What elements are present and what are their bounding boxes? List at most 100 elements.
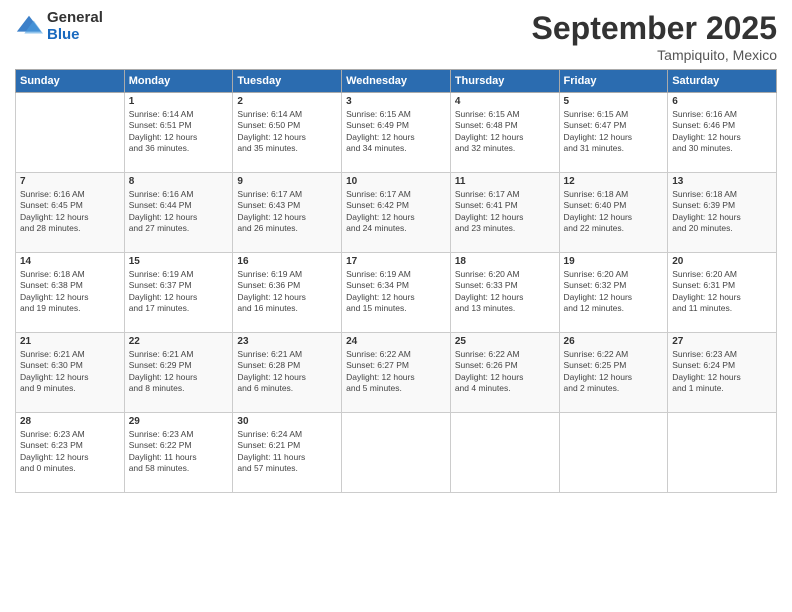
day-cell: 9 Sunrise: 6:17 AM Sunset: 6:43 PM Daylig… — [233, 173, 342, 253]
day-info: Sunrise: 6:22 AM Sunset: 6:25 PM Dayligh… — [564, 349, 664, 395]
day-number: 18 — [455, 256, 555, 267]
day-info: Sunrise: 6:21 AM Sunset: 6:28 PM Dayligh… — [237, 349, 337, 395]
day-number: 17 — [346, 256, 446, 267]
day-number: 4 — [455, 96, 555, 107]
day-info: Sunrise: 6:18 AM Sunset: 6:38 PM Dayligh… — [20, 269, 120, 315]
week-row-4: 28 Sunrise: 6:23 AM Sunset: 6:23 PM Dayli… — [16, 413, 777, 493]
day-cell: 4 Sunrise: 6:15 AM Sunset: 6:48 PM Daylig… — [450, 93, 559, 173]
day-info: Sunrise: 6:15 AM Sunset: 6:47 PM Dayligh… — [564, 109, 664, 155]
day-number: 19 — [564, 256, 664, 267]
header: General Blue September 2025 Tampiquito, … — [15, 10, 777, 63]
day-number: 15 — [129, 256, 229, 267]
header-row: SundayMondayTuesdayWednesdayThursdayFrid… — [16, 70, 777, 93]
week-row-2: 14 Sunrise: 6:18 AM Sunset: 6:38 PM Dayli… — [16, 253, 777, 333]
logo-icon — [15, 13, 43, 41]
day-number: 6 — [672, 96, 772, 107]
day-info: Sunrise: 6:21 AM Sunset: 6:29 PM Dayligh… — [129, 349, 229, 395]
day-cell: 7Sunrise: 6:16 AM Sunset: 6:45 PM Daylig… — [16, 173, 125, 253]
day-cell: 16Sunrise: 6:19 AM Sunset: 6:36 PM Dayli… — [233, 253, 342, 333]
day-info: Sunrise: 6:15 AM Sunset: 6:48 PM Dayligh… — [455, 109, 555, 155]
day-number: 14 — [20, 256, 120, 267]
day-cell: 5Sunrise: 6:15 AM Sunset: 6:47 PM Daylig… — [559, 93, 668, 173]
header-cell-monday: Monday — [124, 70, 233, 93]
day-info: Sunrise: 6:23 AM Sunset: 6:22 PM Dayligh… — [129, 429, 229, 475]
day-cell: 23Sunrise: 6:21 AM Sunset: 6:28 PM Dayli… — [233, 333, 342, 413]
day-cell: 17 Sunrise: 6:19 AM Sunset: 6:34 PM Dayli… — [342, 253, 451, 333]
day-cell: 27Sunrise: 6:23 AM Sunset: 6:24 PM Dayli… — [668, 333, 777, 413]
day-info: Sunrise: 6:14 AM Sunset: 6:51 PM Dayligh… — [129, 109, 229, 155]
day-cell: 15Sunrise: 6:19 AM Sunset: 6:37 PM Dayli… — [124, 253, 233, 333]
day-info: Sunrise: 6:18 AM Sunset: 6:39 PM Dayligh… — [672, 189, 772, 235]
day-number: 22 — [129, 336, 229, 347]
day-info: Sunrise: 6:19 AM Sunset: 6:36 PM Dayligh… — [237, 269, 337, 315]
calendar-table: SundayMondayTuesdayWednesdayThursdayFrid… — [15, 69, 777, 493]
day-cell — [668, 413, 777, 493]
day-cell: 10Sunrise: 6:17 AM Sunset: 6:42 PM Dayli… — [342, 173, 451, 253]
day-cell: 26 Sunrise: 6:22 AM Sunset: 6:25 PM Dayli… — [559, 333, 668, 413]
header-cell-sunday: Sunday — [16, 70, 125, 93]
day-number: 7 — [20, 176, 120, 187]
day-number: 11 — [455, 176, 555, 187]
day-number: 30 — [237, 416, 337, 427]
day-number: 28 — [20, 416, 120, 427]
day-cell: 25 Sunrise: 6:22 AM Sunset: 6:26 PM Dayli… — [450, 333, 559, 413]
day-number: 21 — [20, 336, 120, 347]
day-cell: 19 Sunrise: 6:20 AM Sunset: 6:32 PM Dayli… — [559, 253, 668, 333]
header-cell-thursday: Thursday — [450, 70, 559, 93]
day-cell: 20 Sunrise: 6:20 AM Sunset: 6:31 PM Dayli… — [668, 253, 777, 333]
week-row-3: 21 Sunrise: 6:21 AM Sunset: 6:30 PM Dayli… — [16, 333, 777, 413]
day-number: 20 — [672, 256, 772, 267]
day-cell — [559, 413, 668, 493]
day-cell: 3 Sunrise: 6:15 AM Sunset: 6:49 PM Daylig… — [342, 93, 451, 173]
day-cell — [16, 93, 125, 173]
day-cell: 11 Sunrise: 6:17 AM Sunset: 6:41 PM Dayli… — [450, 173, 559, 253]
logo-general: General — [47, 10, 103, 27]
day-cell: 18 Sunrise: 6:20 AM Sunset: 6:33 PM Dayli… — [450, 253, 559, 333]
day-info: Sunrise: 6:17 AM Sunset: 6:43 PM Dayligh… — [237, 189, 337, 235]
day-number: 24 — [346, 336, 446, 347]
day-info: Sunrise: 6:24 AM Sunset: 6:21 PM Dayligh… — [237, 429, 337, 475]
day-info: Sunrise: 6:14 AM Sunset: 6:50 PM Dayligh… — [237, 109, 337, 155]
logo-blue: Blue — [47, 27, 103, 44]
day-info: Sunrise: 6:22 AM Sunset: 6:26 PM Dayligh… — [455, 349, 555, 395]
day-cell — [342, 413, 451, 493]
calendar-body: 1Sunrise: 6:14 AM Sunset: 6:51 PM Daylig… — [16, 93, 777, 493]
day-cell: 29 Sunrise: 6:23 AM Sunset: 6:22 PM Dayli… — [124, 413, 233, 493]
day-info: Sunrise: 6:16 AM Sunset: 6:44 PM Dayligh… — [129, 189, 229, 235]
table-header: SundayMondayTuesdayWednesdayThursdayFrid… — [16, 70, 777, 93]
day-info: Sunrise: 6:20 AM Sunset: 6:32 PM Dayligh… — [564, 269, 664, 315]
day-number: 9 — [237, 176, 337, 187]
day-number: 25 — [455, 336, 555, 347]
day-info: Sunrise: 6:17 AM Sunset: 6:41 PM Dayligh… — [455, 189, 555, 235]
day-cell: 1Sunrise: 6:14 AM Sunset: 6:51 PM Daylig… — [124, 93, 233, 173]
day-number: 8 — [129, 176, 229, 187]
week-row-1: 7Sunrise: 6:16 AM Sunset: 6:45 PM Daylig… — [16, 173, 777, 253]
day-info: Sunrise: 6:21 AM Sunset: 6:30 PM Dayligh… — [20, 349, 120, 395]
day-info: Sunrise: 6:18 AM Sunset: 6:40 PM Dayligh… — [564, 189, 664, 235]
header-cell-tuesday: Tuesday — [233, 70, 342, 93]
logo-text: General Blue — [47, 10, 103, 43]
day-cell: 22 Sunrise: 6:21 AM Sunset: 6:29 PM Dayli… — [124, 333, 233, 413]
day-cell — [450, 413, 559, 493]
header-cell-wednesday: Wednesday — [342, 70, 451, 93]
day-cell: 2Sunrise: 6:14 AM Sunset: 6:50 PM Daylig… — [233, 93, 342, 173]
day-info: Sunrise: 6:22 AM Sunset: 6:27 PM Dayligh… — [346, 349, 446, 395]
day-info: Sunrise: 6:20 AM Sunset: 6:31 PM Dayligh… — [672, 269, 772, 315]
day-number: 3 — [346, 96, 446, 107]
day-number: 26 — [564, 336, 664, 347]
title-block: September 2025 Tampiquito, Mexico — [532, 10, 777, 63]
day-info: Sunrise: 6:23 AM Sunset: 6:23 PM Dayligh… — [20, 429, 120, 475]
day-info: Sunrise: 6:20 AM Sunset: 6:33 PM Dayligh… — [455, 269, 555, 315]
day-info: Sunrise: 6:19 AM Sunset: 6:34 PM Dayligh… — [346, 269, 446, 315]
day-info: Sunrise: 6:15 AM Sunset: 6:49 PM Dayligh… — [346, 109, 446, 155]
day-number: 10 — [346, 176, 446, 187]
day-cell: 14 Sunrise: 6:18 AM Sunset: 6:38 PM Dayli… — [16, 253, 125, 333]
day-cell: 21 Sunrise: 6:21 AM Sunset: 6:30 PM Dayli… — [16, 333, 125, 413]
day-info: Sunrise: 6:16 AM Sunset: 6:46 PM Dayligh… — [672, 109, 772, 155]
day-number: 29 — [129, 416, 229, 427]
logo: General Blue — [15, 10, 103, 43]
day-info: Sunrise: 6:23 AM Sunset: 6:24 PM Dayligh… — [672, 349, 772, 395]
day-cell: 12Sunrise: 6:18 AM Sunset: 6:40 PM Dayli… — [559, 173, 668, 253]
day-cell: 28 Sunrise: 6:23 AM Sunset: 6:23 PM Dayli… — [16, 413, 125, 493]
header-cell-friday: Friday — [559, 70, 668, 93]
